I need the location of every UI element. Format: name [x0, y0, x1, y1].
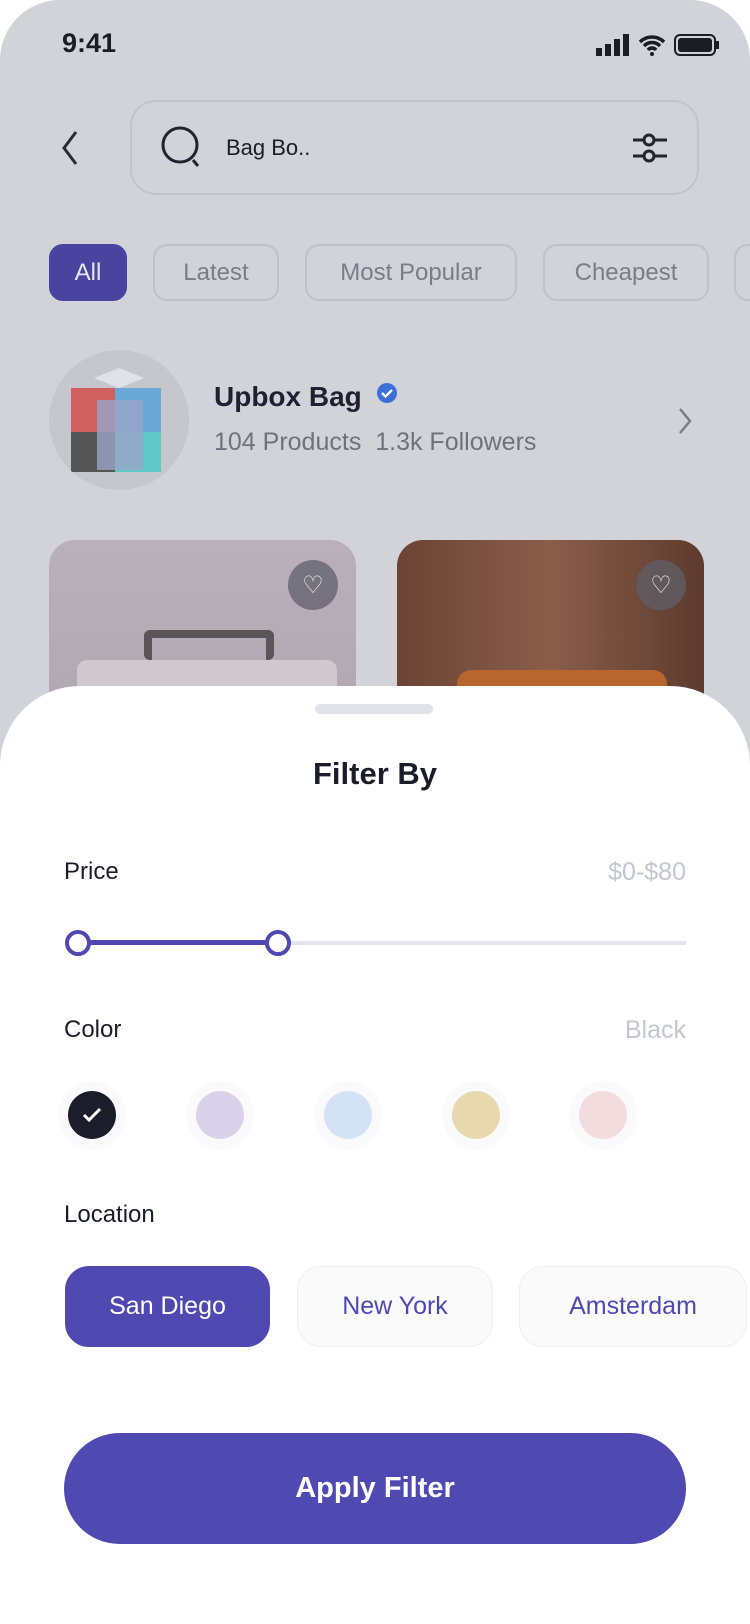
search-icon: [161, 126, 200, 167]
tab-cheapest[interactable]: Cheapest: [543, 244, 709, 301]
heart-icon: ♡: [302, 571, 324, 599]
chevron-right-icon[interactable]: [676, 405, 696, 437]
favorite-button[interactable]: ♡: [288, 560, 338, 610]
favorite-button[interactable]: ♡: [636, 560, 686, 610]
screen: 9:41 Bag Bo.. All Latest Most Popular Ch…: [0, 0, 750, 1624]
color-label: Color: [64, 1016, 122, 1043]
signal-icon: [596, 34, 629, 56]
filter-sliders-icon[interactable]: [631, 130, 669, 166]
back-arrow-icon[interactable]: [56, 128, 86, 168]
sheet-title: Filter By: [312, 756, 438, 791]
location-san-diego[interactable]: San Diego: [65, 1266, 270, 1347]
tab-latest[interactable]: Latest: [153, 244, 279, 301]
verified-badge-icon: [376, 383, 397, 403]
heart-icon: ♡: [650, 571, 672, 599]
wifi-icon: [638, 35, 666, 56]
price-slider-fill: [78, 940, 278, 945]
store-name[interactable]: Upbox Bag: [214, 381, 398, 413]
search-input[interactable]: Bag Bo..: [226, 135, 631, 161]
color-swatch-black[interactable]: [68, 1091, 116, 1139]
color-swatch-pink[interactable]: [579, 1091, 627, 1139]
status-icons: [596, 34, 720, 56]
price-min-handle[interactable]: [65, 930, 91, 956]
battery-icon: [674, 34, 719, 56]
store-name-text: Upbox Bag: [214, 381, 362, 412]
store-stats: 104 Products 1.3k Followers: [214, 428, 536, 457]
tab-all[interactable]: All: [49, 244, 127, 301]
location-new-york[interactable]: New York: [297, 1266, 493, 1347]
status-time: 9:41: [62, 28, 117, 58]
store-avatar[interactable]: [49, 350, 189, 490]
color-swatch-light-blue[interactable]: [324, 1091, 372, 1139]
price-label: Price: [64, 858, 119, 885]
location-amsterdam[interactable]: Amsterdam: [519, 1266, 747, 1347]
color-swatch-lavender[interactable]: [196, 1091, 244, 1139]
tab-more[interactable]: [734, 244, 750, 301]
store-followers: 1.3k Followers: [375, 428, 537, 456]
apply-filter-button[interactable]: Apply Filter: [64, 1433, 686, 1544]
sheet-drag-handle[interactable]: [315, 704, 433, 714]
store-logo-cube: [71, 368, 161, 472]
price-value: $0-$80: [608, 858, 686, 886]
location-label: Location: [64, 1201, 155, 1228]
color-value: Black: [624, 1016, 686, 1044]
tab-most-popular[interactable]: Most Popular: [305, 244, 517, 301]
search-bar[interactable]: Bag Bo..: [130, 100, 699, 195]
bag-handle: [144, 630, 274, 660]
check-icon: [82, 1107, 102, 1123]
price-max-handle[interactable]: [265, 930, 291, 956]
filter-bottom-sheet: Filter By Price $0-$80 Color Black Locat…: [0, 686, 750, 1624]
color-swatch-beige[interactable]: [452, 1091, 500, 1139]
store-products: 104 Products: [214, 428, 362, 456]
